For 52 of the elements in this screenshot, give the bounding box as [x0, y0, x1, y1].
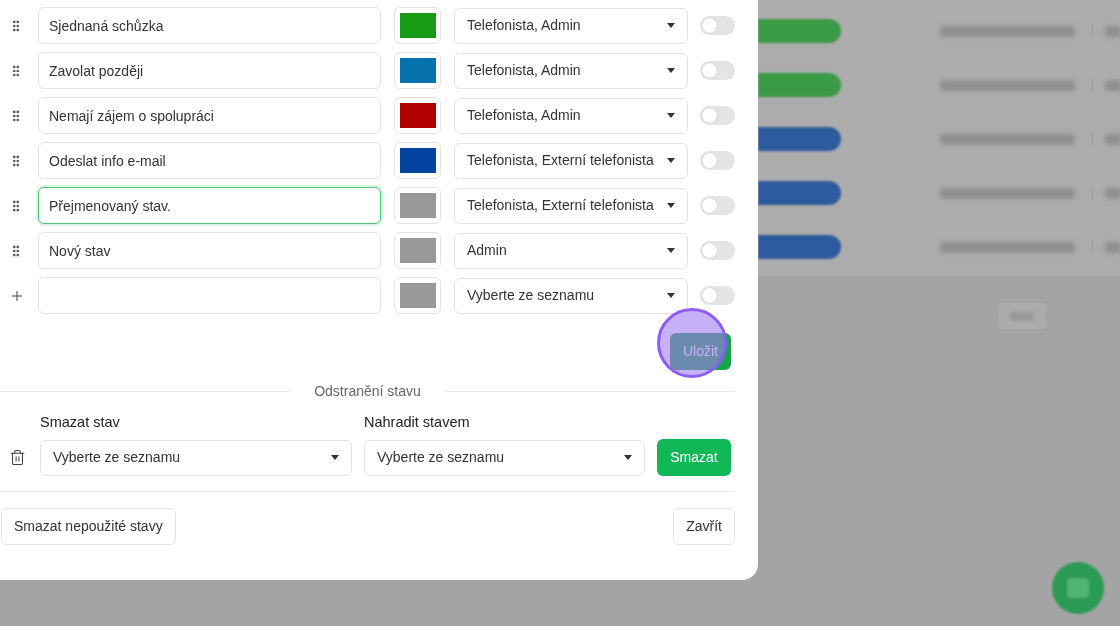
status-name-field[interactable]: Zavolat později — [38, 52, 381, 89]
toggle-switch[interactable] — [700, 151, 735, 170]
role-select[interactable]: Telefonista, Externí telefonista — [454, 142, 688, 179]
caret-icon — [667, 203, 675, 208]
color-picker-button[interactable] — [394, 7, 441, 44]
role-select[interactable]: Vyberte ze seznamu — [454, 277, 688, 314]
delete-unused-button[interactable]: Smazat nepoužité stavy — [1, 508, 176, 545]
status-name-field[interactable]: Nemají zájem o spolupráci — [38, 97, 381, 134]
close-button[interactable]: Zavřít — [673, 508, 735, 545]
status-select[interactable]: Vyberte ze seznamu — [364, 439, 645, 476]
status-select[interactable]: Vyberte ze seznamu — [40, 439, 352, 476]
status-name-field[interactable]: Odeslat info e-mail — [38, 142, 381, 179]
field-label: Nahradit stavem — [364, 413, 470, 433]
role-select[interactable]: Telefonista, Externí telefonista — [454, 187, 688, 224]
field-label: Smazat stav — [40, 413, 121, 433]
caret-icon — [667, 248, 675, 253]
caret-icon — [667, 158, 675, 163]
square-icon — [1067, 578, 1089, 598]
blurred-text-bar — [1105, 79, 1120, 91]
color-picker-button[interactable] — [394, 232, 441, 269]
role-select[interactable]: Telefonista, Admin — [454, 97, 688, 134]
blurred-text-bar — [1105, 25, 1120, 37]
color-picker-button[interactable] — [394, 142, 441, 179]
toggle-switch[interactable] — [700, 286, 735, 305]
toggle-switch[interactable] — [700, 241, 735, 260]
caret-icon — [667, 23, 675, 28]
trash-icon — [9, 449, 26, 466]
toggle-switch[interactable] — [700, 61, 735, 80]
role-select[interactable]: Telefonista, Admin — [454, 7, 688, 44]
role-select[interactable]: Telefonista, Admin — [454, 52, 688, 89]
color-picker-button[interactable] — [394, 277, 441, 314]
color-picker-button[interactable] — [394, 187, 441, 224]
role-select[interactable]: Admin — [454, 232, 688, 269]
color-picker-button[interactable] — [394, 97, 441, 134]
status-name-field[interactable]: Sjednaná schůzka — [38, 7, 381, 44]
toggle-switch[interactable] — [700, 106, 735, 125]
floating-action-button[interactable] — [1052, 562, 1104, 614]
caret-icon — [331, 455, 339, 460]
toggle-switch[interactable] — [700, 196, 735, 215]
caret-icon — [667, 68, 675, 73]
caret-icon — [667, 113, 675, 118]
toggle-switch[interactable] — [700, 16, 735, 35]
section-title: Odstranění stavu — [313, 381, 422, 401]
caret-icon — [667, 293, 675, 298]
blurred-text-bar — [1105, 241, 1120, 253]
status-name-field[interactable]: Nový stav — [38, 232, 381, 269]
status-name-field[interactable]: Přejmenovaný stav. — [38, 187, 381, 224]
blurred-text-bar — [1105, 133, 1120, 145]
caret-icon — [624, 455, 632, 460]
status-name-field[interactable] — [38, 277, 381, 314]
color-picker-button[interactable] — [394, 52, 441, 89]
blurred-text-bar — [1105, 187, 1120, 199]
